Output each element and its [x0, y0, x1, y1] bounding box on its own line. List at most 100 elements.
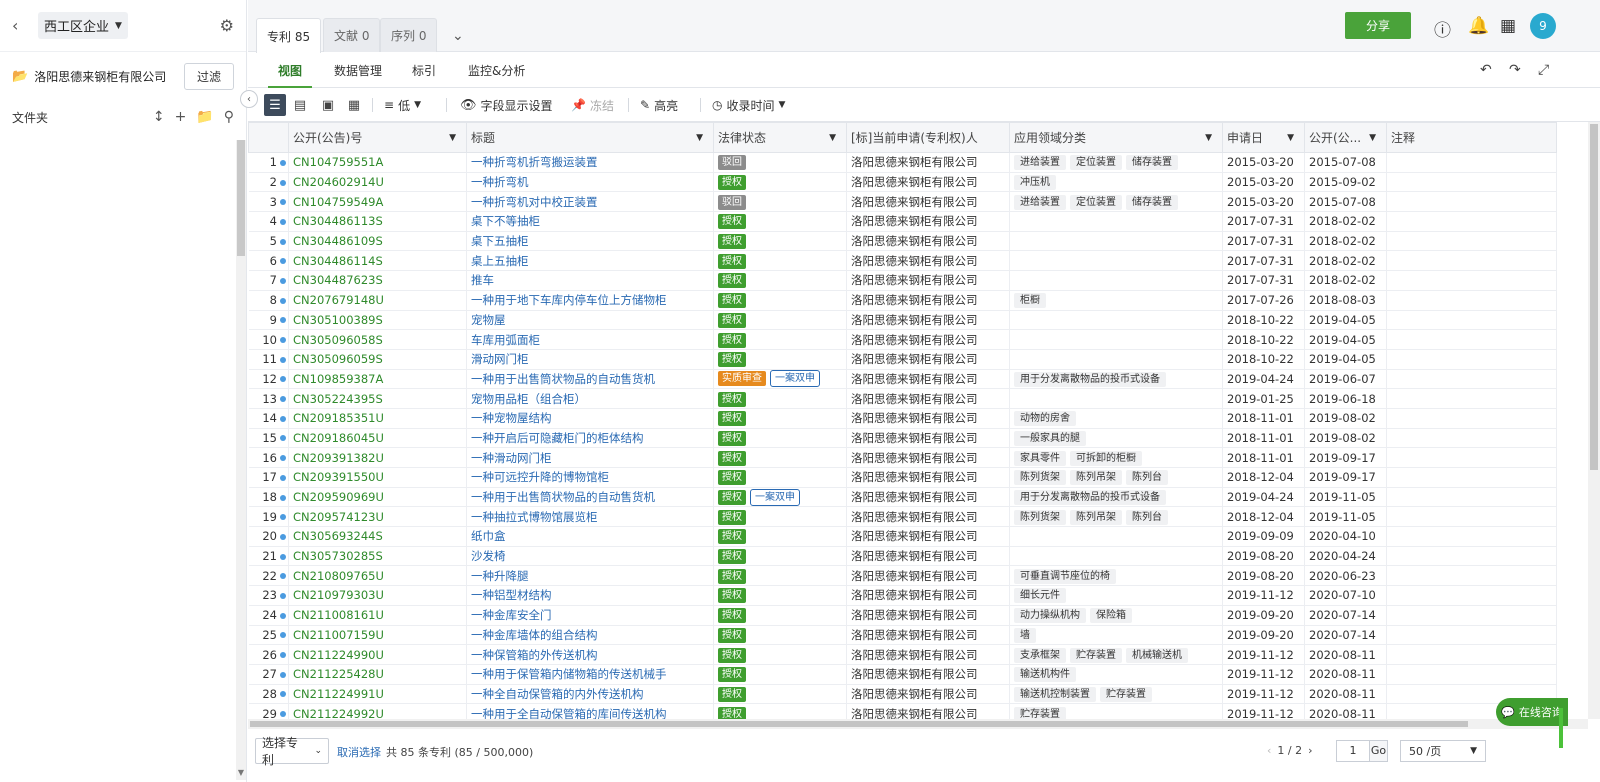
- image-view-icon[interactable]: ▣: [317, 94, 339, 116]
- note-cell[interactable]: [1386, 369, 1557, 390]
- table-row[interactable]: 10 CN305096058S 车库用弧面柜 授权 洛阳思德来钢柜有限公司 2018-10…: [248, 329, 1557, 350]
- patent-title-link[interactable]: 桌下五抽柜: [466, 231, 714, 252]
- go-button[interactable]: Go: [1369, 741, 1387, 761]
- col-header[interactable]: 公开(公... ▼: [1304, 122, 1387, 153]
- card-view-icon[interactable]: ▦: [343, 94, 365, 116]
- caret-down-icon[interactable]: ▼: [829, 133, 836, 143]
- row-index-cell[interactable]: 12: [248, 369, 289, 390]
- row-index-cell[interactable]: 14: [248, 408, 289, 429]
- bell-icon[interactable]: 🔔: [1468, 16, 1489, 36]
- patent-title-link[interactable]: 一种可远控升降的博物馆柜: [466, 467, 714, 488]
- sidebar-scrollbar[interactable]: ▼: [236, 140, 246, 780]
- org-row[interactable]: 📂 洛阳思德来钢柜有限公司 过滤: [0, 52, 246, 100]
- table-row[interactable]: 29 CN211224992U 一种用于全自动保管箱的库间传送机构 授权 洛阳思德来钢柜…: [248, 703, 1557, 719]
- freeze-button[interactable]: 📌 冻结: [571, 95, 614, 115]
- patent-title-link[interactable]: 一种升降腿: [466, 565, 714, 587]
- note-cell[interactable]: [1386, 270, 1557, 291]
- row-index-cell[interactable]: 21: [248, 546, 289, 567]
- undo-icon[interactable]: ↶: [1480, 62, 1492, 78]
- table-row[interactable]: 15 CN209186045U 一种开启后可隐藏柜门的柜体结构 授权 洛阳思德来钢柜有限…: [248, 428, 1557, 449]
- patent-title-link[interactable]: 一种金库墙体的组合结构: [466, 625, 714, 646]
- note-cell[interactable]: [1386, 250, 1557, 272]
- back-icon[interactable]: ‹: [12, 16, 28, 35]
- row-index-cell[interactable]: 16: [248, 447, 289, 468]
- chevron-down-icon[interactable]: ⌄: [452, 28, 464, 44]
- patent-number-link[interactable]: CN209574123U: [288, 506, 467, 528]
- patent-title-link[interactable]: 一种用于出售筒状物品的自动售货机: [466, 369, 714, 390]
- col-header[interactable]: 注释: [1386, 122, 1557, 153]
- patent-number-link[interactable]: CN210809765U: [288, 565, 467, 587]
- row-index-cell[interactable]: 24: [248, 605, 289, 626]
- table-row[interactable]: 3 CN104759549A 一种折弯机对中校正装置 驳回 洛阳思德来钢柜有限公司 进给装…: [248, 191, 1557, 213]
- subtab-view[interactable]: 视图: [267, 62, 313, 88]
- prev-page-icon[interactable]: ‹: [1267, 744, 1271, 757]
- avatar[interactable]: 9: [1530, 13, 1556, 39]
- patent-title-link[interactable]: 一种用于出售筒状物品的自动售货机: [466, 487, 714, 508]
- note-cell[interactable]: [1386, 211, 1557, 232]
- patent-number-link[interactable]: CN104759551A: [288, 152, 467, 173]
- patent-number-link[interactable]: CN211224992U: [288, 703, 467, 719]
- status-badge[interactable]: 一案双申: [770, 370, 820, 388]
- patent-title-link[interactable]: 一种铝型材结构: [466, 585, 714, 606]
- add-icon[interactable]: +: [175, 109, 187, 125]
- patent-number-link[interactable]: CN209185351U: [288, 408, 467, 429]
- patent-number-link[interactable]: CN304486113S: [288, 211, 467, 232]
- row-index-cell[interactable]: 4: [248, 211, 289, 232]
- share-button[interactable]: 分享: [1345, 12, 1411, 39]
- patent-number-link[interactable]: CN204602914U: [288, 172, 467, 193]
- patent-number-link[interactable]: CN211008161U: [288, 605, 467, 626]
- new-folder-icon[interactable]: 📁: [196, 109, 213, 125]
- patent-number-link[interactable]: CN211224991U: [288, 684, 467, 705]
- note-cell[interactable]: [1386, 625, 1557, 646]
- page-input[interactable]: 1: [1337, 741, 1369, 761]
- row-index-cell[interactable]: 22: [248, 565, 289, 587]
- patent-title-link[interactable]: 一种用于地下车库内停车位上方储物柜: [466, 290, 714, 311]
- patent-number-link[interactable]: CN305730285S: [288, 546, 467, 567]
- note-cell[interactable]: [1386, 546, 1557, 567]
- table-row[interactable]: 27 CN211225428U 一种用于保管箱内储物箱的传送机械手 授权 洛阳思德来钢柜…: [248, 664, 1557, 685]
- patent-number-link[interactable]: CN104759549A: [288, 191, 467, 213]
- row-index-cell[interactable]: 11: [248, 349, 289, 370]
- patent-number-link[interactable]: CN210979303U: [288, 585, 467, 606]
- note-cell[interactable]: [1386, 467, 1557, 488]
- patent-number-link[interactable]: CN209186045U: [288, 428, 467, 449]
- patent-number-link[interactable]: CN304486109S: [288, 231, 467, 252]
- note-cell[interactable]: [1386, 447, 1557, 468]
- table-row[interactable]: 2 CN204602914U 一种折弯机 授权 洛阳思德来钢柜有限公司 冲压机 2015-0…: [248, 172, 1557, 193]
- patent-title-link[interactable]: 一种金库安全门: [466, 605, 714, 626]
- note-cell[interactable]: [1386, 408, 1557, 429]
- note-cell[interactable]: [1386, 644, 1557, 665]
- row-index-cell[interactable]: 3: [248, 191, 289, 213]
- page-size-select[interactable]: 50 /页 ▼: [1400, 740, 1486, 762]
- table-row[interactable]: 22 CN210809765U 一种升降腿 授权 洛阳思德来钢柜有限公司 可垂直调节座位的…: [248, 565, 1557, 587]
- patent-title-link[interactable]: 一种保管箱的外传送机构: [466, 644, 714, 665]
- row-index-cell[interactable]: 15: [248, 428, 289, 449]
- caret-down-icon[interactable]: ▼: [696, 133, 703, 143]
- table-row[interactable]: 11 CN305096059S 滑动网门柜 授权 洛阳思德来钢柜有限公司 2018-10-…: [248, 349, 1557, 370]
- row-index-cell[interactable]: 8: [248, 290, 289, 311]
- horizontal-scroll-thumb[interactable]: [250, 721, 1468, 727]
- row-index-cell[interactable]: 23: [248, 585, 289, 606]
- redo-icon[interactable]: ↷: [1509, 62, 1521, 78]
- caret-down-icon[interactable]: ▼: [1205, 133, 1212, 143]
- table-row[interactable]: 13 CN305224395S 宠物用品柜（组合柜） 授权 洛阳思德来钢柜有限公司 201…: [248, 388, 1557, 409]
- cancel-selection-link[interactable]: 取消选择: [337, 744, 381, 760]
- patent-title-link[interactable]: 宠物屋: [466, 310, 714, 331]
- patent-number-link[interactable]: CN304487623S: [288, 270, 467, 291]
- table-row[interactable]: 17 CN209391550U 一种可远控升降的博物馆柜 授权 洛阳思德来钢柜有限公司陈…: [248, 467, 1557, 488]
- patent-number-link[interactable]: CN209391550U: [288, 467, 467, 488]
- patent-number-link[interactable]: CN109859387A: [288, 369, 467, 390]
- patent-title-link[interactable]: 滑动网门柜: [466, 349, 714, 370]
- patent-title-link[interactable]: 纸巾盒: [466, 526, 714, 547]
- collapse-sidebar-icon[interactable]: ‹: [240, 90, 258, 108]
- group-selector[interactable]: 西工区企业 ▼: [38, 12, 128, 39]
- subtab-monitor-analysis[interactable]: 监控&分析: [468, 62, 525, 79]
- patent-title-link[interactable]: 一种用于保管箱内储物箱的传送机械手: [466, 664, 714, 685]
- patent-number-link[interactable]: CN305096058S: [288, 329, 467, 350]
- row-index-cell[interactable]: 7: [248, 270, 289, 291]
- table-row[interactable]: 23 CN210979303U 一种铝型材结构 授权 洛阳思德来钢柜有限公司 细长元件 20…: [248, 585, 1557, 606]
- patent-title-link[interactable]: 一种抽拉式博物馆展览柜: [466, 506, 714, 528]
- row-index-cell[interactable]: 6: [248, 250, 289, 272]
- note-cell[interactable]: [1386, 487, 1557, 508]
- table-row[interactable]: 14 CN209185351U 一种宠物屋结构 授权 洛阳思德来钢柜有限公司 动物的房舍 2…: [248, 408, 1557, 429]
